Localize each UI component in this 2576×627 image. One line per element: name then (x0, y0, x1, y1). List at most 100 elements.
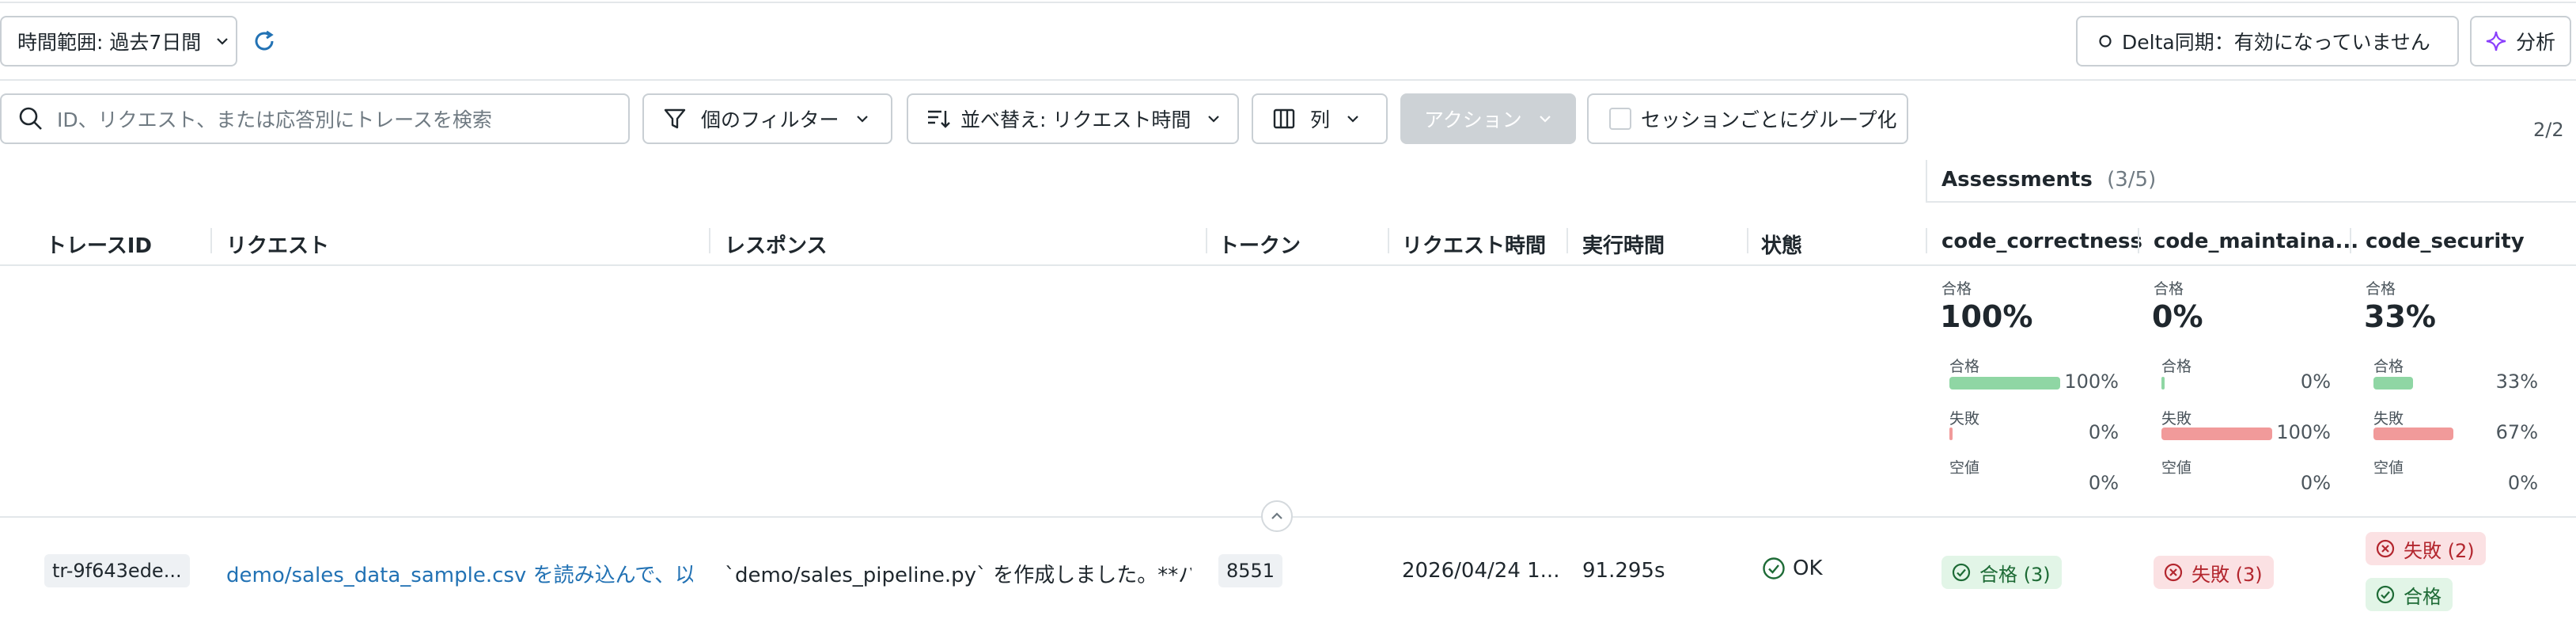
pass-caption: 合格 (1941, 280, 1972, 298)
fail-percent: 0% (2088, 421, 2119, 443)
column-header-code-security[interactable]: code_security (2366, 230, 2525, 253)
assessments-underline (1926, 201, 2576, 203)
pass-caption: 合格 (2161, 358, 2192, 375)
state-text: OK (1793, 557, 1823, 580)
toolbar-divider (0, 79, 2576, 81)
column-separator (1206, 228, 1207, 253)
column-header-request-time[interactable]: リクエスト時間 (1402, 230, 1546, 259)
checkbox[interactable] (1609, 108, 1631, 130)
fail-percent: 100% (2276, 421, 2331, 443)
badge-label: 合格 (2404, 585, 2442, 608)
tokens-text: 8551 (1226, 560, 1275, 582)
collapse-summary-button[interactable] (1261, 500, 1293, 532)
sparkle-icon (2486, 31, 2506, 51)
pass-rate: 100% (1940, 299, 2033, 334)
pass-caption: 合格 (2366, 280, 2396, 298)
assessments-group-divider (1926, 160, 1927, 201)
fail-bar-fill (1949, 428, 1953, 440)
fail-bar (1949, 428, 2060, 440)
chevron-down-icon (1208, 116, 1220, 123)
column-separator (2138, 228, 2139, 253)
pass-bar (2373, 377, 2492, 390)
x-circle-icon (2164, 563, 2183, 582)
tokens-chip: 8551 (1218, 554, 1283, 587)
request-link[interactable]: demo/sales_data_sample.csv を読み込んで、以... (226, 559, 693, 588)
actions-button[interactable]: アクション (1400, 93, 1576, 144)
pass-percent: 100% (2064, 370, 2119, 393)
fail-bar-fill (2373, 428, 2453, 440)
column-header-code-maintainability[interactable]: code_maintaina... (2154, 230, 2358, 253)
delta-sync-button[interactable]: Delta同期：有効になっていません (2076, 16, 2459, 66)
refresh-icon[interactable] (250, 27, 278, 55)
fail-bar-fill (2161, 428, 2272, 440)
pass-caption: 合格 (1949, 358, 1980, 375)
sort-icon (928, 110, 950, 128)
group-by-session-label: セッションごとにグループ化 (1641, 108, 1897, 131)
null-caption: 空値 (1949, 459, 1980, 477)
search-icon (19, 107, 42, 130)
null-percent: 0% (2507, 472, 2538, 494)
null-percent: 0% (2088, 472, 2119, 494)
column-header-request[interactable]: リクエスト (226, 230, 329, 259)
filter-label: 個のフィルター (701, 108, 839, 131)
columns-label: 列 (1310, 108, 1331, 131)
trace-id-chip[interactable]: tr-9f643ede... (44, 554, 190, 587)
top-border (0, 2, 2576, 3)
assessments-count: (3/5) (2107, 168, 2157, 192)
filter-button[interactable]: 個のフィルター (642, 93, 892, 144)
column-header-response[interactable]: レスポンス (725, 230, 827, 259)
trace-id-text: tr-9f643ede... (52, 560, 182, 582)
time-range-label: 時間範囲: 過去7日間 (17, 31, 202, 54)
pass-caption: 合格 (2373, 358, 2404, 375)
column-header-code-correctness[interactable]: code_correctness (1941, 230, 2142, 253)
check-circle-icon (1763, 557, 1785, 580)
assessments-header: Assessments (3/5) (1941, 168, 2156, 192)
time-range-dropdown[interactable]: 時間範囲: 過去7日間 (0, 16, 237, 66)
chevron-down-icon (217, 38, 229, 45)
group-by-session-toggle[interactable]: セッションごとにグループ化 (1587, 93, 1908, 144)
chevron-down-icon (1347, 116, 1358, 123)
column-header-tokens[interactable]: トークン (1218, 230, 1301, 259)
column-header-state[interactable]: 状態 (1761, 230, 1802, 259)
null-percent: 0% (2300, 472, 2331, 494)
column-separator (1566, 228, 1568, 253)
sort-button[interactable]: 並べ替え: リクエスト時間 (907, 93, 1239, 144)
pass-bar-fill (1949, 377, 2060, 390)
analyze-button[interactable]: 分析 (2470, 16, 2571, 66)
pass-rate: 33% (2364, 299, 2436, 334)
pass-caption: 合格 (2154, 280, 2184, 298)
fail-caption: 失敗 (2373, 410, 2404, 428)
column-separator (1926, 228, 1927, 253)
pass-bar (1949, 377, 2060, 390)
x-circle-icon (2376, 539, 2395, 558)
correctness-pass-badge[interactable]: 合格 (3) (1941, 556, 2062, 589)
column-separator (2350, 228, 2351, 253)
column-header-execution-time[interactable]: 実行時間 (1582, 230, 1665, 259)
security-pass-badge[interactable]: 合格 (2366, 578, 2453, 611)
pass-bar (2161, 377, 2272, 390)
badge-label: 失敗 (2) (2404, 539, 2475, 562)
filter-icon (664, 108, 686, 129)
null-caption: 空値 (2161, 459, 2192, 477)
badge-label: 合格 (3) (1979, 563, 2051, 586)
pass-percent: 0% (2300, 370, 2331, 393)
search-input[interactable]: ID、リクエスト、または応答別にトレースを検索 (0, 93, 630, 144)
pass-bar-fill (2373, 377, 2413, 390)
columns-icon (1273, 108, 1295, 129)
execution-time-text: 91.295s (1582, 559, 1665, 583)
pass-percent: 33% (2495, 370, 2538, 393)
columns-button[interactable]: 列 (1252, 93, 1388, 144)
page-indicator: 2/2 (2533, 119, 2564, 141)
fail-caption: 失敗 (2161, 410, 2192, 428)
column-header-trace-id[interactable]: トレースID (46, 230, 152, 259)
pass-rate: 0% (2152, 299, 2203, 334)
check-circle-icon (1952, 563, 1971, 582)
badge-label: 失敗 (3) (2191, 563, 2263, 586)
check-circle-icon (2376, 585, 2395, 604)
column-separator (1747, 228, 1748, 253)
null-caption: 空値 (2373, 459, 2404, 477)
assessments-title: Assessments (1941, 168, 2093, 192)
maintainability-fail-badge[interactable]: 失敗 (3) (2154, 556, 2274, 589)
security-fail-badge[interactable]: 失敗 (2) (2366, 532, 2486, 565)
pass-bar-fill (2161, 377, 2165, 390)
